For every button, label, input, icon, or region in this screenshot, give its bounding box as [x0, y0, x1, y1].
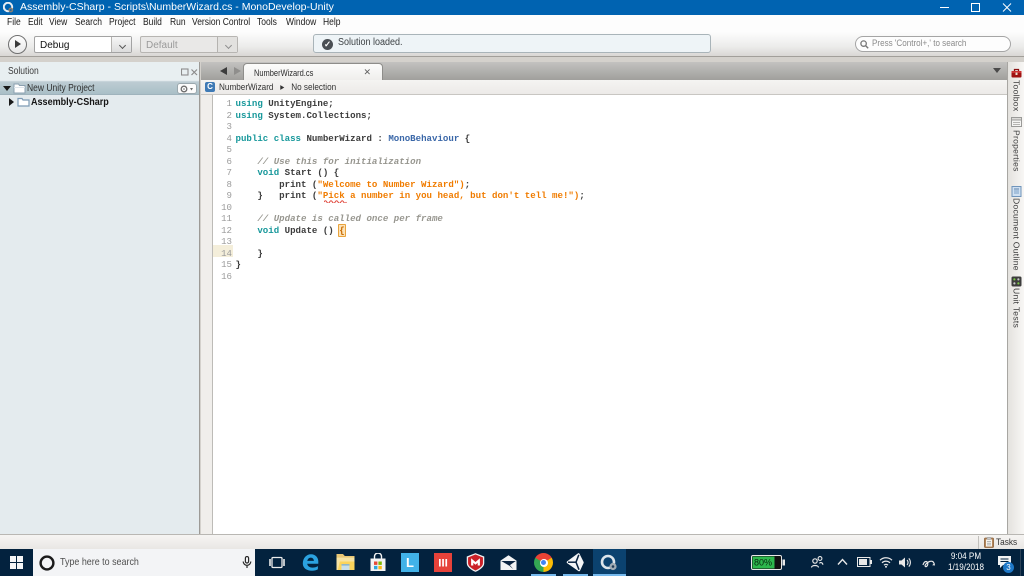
svg-text:80%: 80%: [754, 558, 772, 568]
